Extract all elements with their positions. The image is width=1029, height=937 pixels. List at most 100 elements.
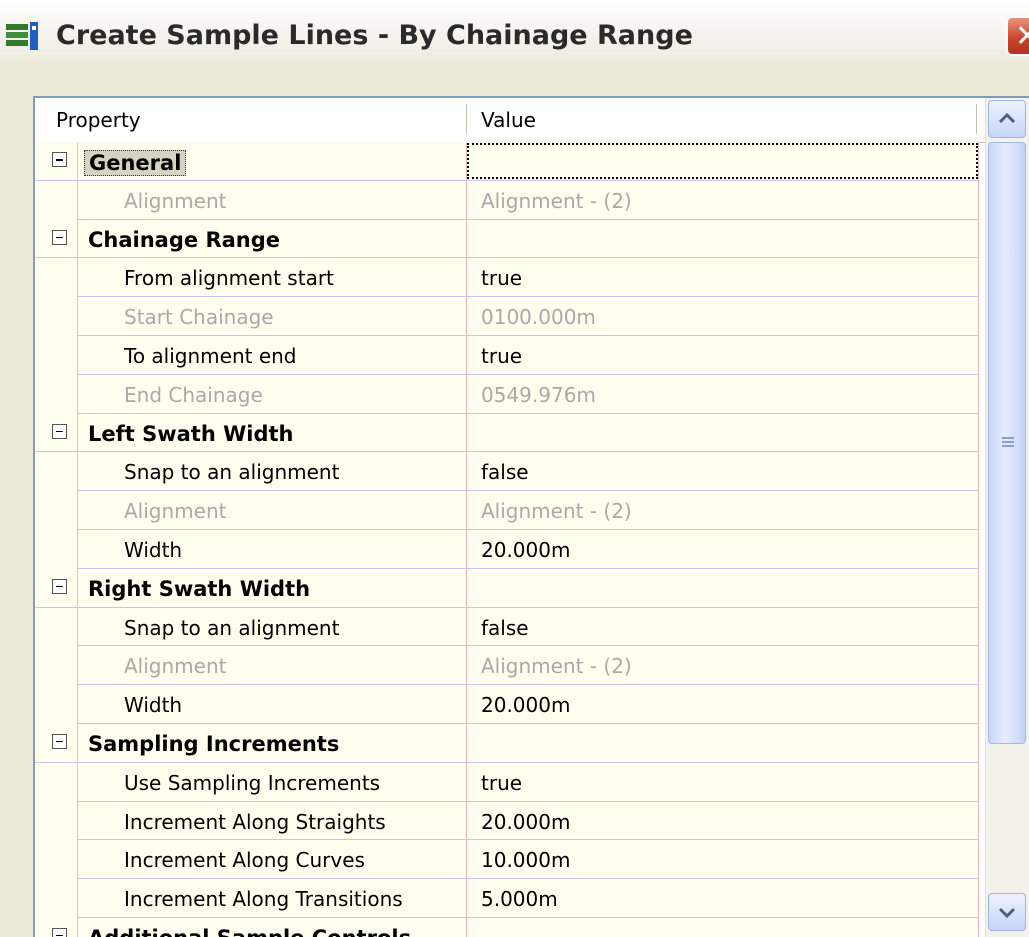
property-label: Increment Along Straights	[124, 809, 386, 834]
property-name-cell[interactable]: Increment Along Transitions	[77, 879, 467, 917]
column-divider-end	[976, 104, 977, 134]
property-value-cell[interactable]: true	[466, 335, 979, 374]
collapse-icon[interactable]	[52, 927, 67, 937]
close-button[interactable]: ✕	[1006, 16, 1029, 56]
category-row[interactable]: Chainage Range	[35, 219, 979, 259]
property-value-cell[interactable]: 20.000m	[466, 685, 979, 723]
collapse-icon[interactable]	[52, 578, 67, 594]
property-value-cell[interactable]	[466, 723, 979, 762]
property-name-cell[interactable]: Chainage Range	[77, 219, 467, 258]
property-name-cell[interactable]: Snap to an alignment	[77, 607, 467, 646]
close-icon: ✕	[1015, 19, 1029, 54]
property-row[interactable]: Alignment Alignment - (2)	[35, 491, 979, 530]
property-name-cell[interactable]: Width	[77, 529, 467, 568]
property-name-cell[interactable]: Alignment	[77, 491, 467, 529]
row-gutter	[35, 607, 77, 647]
property-value-cell[interactable]	[466, 917, 979, 937]
row-gutter	[35, 142, 77, 180]
property-label: Use Sampling Increments	[124, 770, 381, 795]
property-value-cell[interactable]: true	[466, 762, 979, 801]
scroll-thumb[interactable]	[988, 142, 1026, 744]
collapse-icon[interactable]	[52, 733, 67, 749]
category-row[interactable]: Additional Sample Controls	[35, 917, 979, 937]
property-row[interactable]: Alignment Alignment - (2)	[35, 180, 979, 220]
value-column-header[interactable]: Value	[481, 108, 536, 132]
row-gutter	[35, 529, 77, 569]
property-label: End Chainage	[124, 382, 263, 407]
property-value-cell[interactable]: 5.000m	[466, 879, 979, 917]
property-value-cell[interactable]: 10.000m	[466, 840, 979, 879]
property-row[interactable]: Increment Along Straights 20.000m	[35, 801, 979, 841]
property-name-cell[interactable]: Additional Sample Controls	[77, 917, 467, 937]
property-row[interactable]: Increment Along Transitions 5.000m	[35, 879, 979, 918]
property-value: false	[481, 460, 529, 485]
property-label: Width	[124, 537, 183, 562]
property-column-header[interactable]: Property	[56, 108, 141, 132]
property-value: 20.000m	[481, 693, 571, 718]
column-divider[interactable]	[466, 104, 467, 134]
property-row[interactable]: Start Chainage 0100.000m	[35, 297, 979, 336]
property-label: To alignment end	[124, 343, 297, 368]
property-value-cell[interactable]: false	[466, 607, 979, 646]
property-row[interactable]: Snap to an alignment false	[35, 452, 979, 492]
chevron-up-icon	[998, 112, 1016, 124]
property-label: Snap to an alignment	[124, 615, 340, 640]
collapse-icon[interactable]	[52, 229, 67, 245]
property-row[interactable]: Use Sampling Increments true	[35, 762, 979, 802]
row-gutter	[35, 879, 77, 918]
category-row[interactable]: Right Swath Width	[35, 568, 979, 608]
property-value: 5.000m	[481, 887, 558, 912]
property-value-cell[interactable]	[466, 142, 979, 180]
collapse-icon[interactable]	[52, 423, 67, 439]
property-value-cell[interactable]	[466, 219, 979, 258]
property-label: Start Chainage	[124, 305, 274, 330]
category-label: Sampling Increments	[88, 731, 340, 756]
property-name-cell[interactable]: To alignment end	[77, 335, 467, 374]
property-row[interactable]: From alignment start true	[35, 258, 979, 298]
property-name-cell[interactable]: Increment Along Straights	[77, 801, 467, 840]
property-value-cell[interactable]: false	[466, 452, 979, 491]
property-row[interactable]: Alignment Alignment - (2)	[35, 646, 979, 686]
property-label: From alignment start	[124, 266, 334, 291]
property-row[interactable]: Width 20.000m	[35, 529, 979, 569]
property-name-cell[interactable]: Right Swath Width	[77, 568, 467, 607]
property-label: Increment Along Transitions	[124, 887, 403, 912]
category-row[interactable]: Left Swath Width	[35, 413, 979, 453]
property-name-cell[interactable]: Start Chainage	[77, 297, 467, 335]
property-value-cell[interactable]	[466, 413, 979, 452]
property-name-cell[interactable]: End Chainage	[77, 374, 467, 413]
row-gutter	[35, 685, 77, 724]
property-row[interactable]: To alignment end true	[35, 335, 979, 375]
property-row[interactable]: End Chainage 0549.976m	[35, 374, 979, 414]
property-row[interactable]: Increment Along Curves 10.000m	[35, 840, 979, 880]
property-name-cell[interactable]: Alignment	[77, 180, 467, 219]
property-value-cell[interactable]: true	[466, 258, 979, 297]
scroll-down-button[interactable]	[988, 893, 1026, 931]
vertical-scrollbar[interactable]	[985, 98, 1029, 937]
property-name-cell[interactable]: Sampling Increments	[77, 723, 467, 762]
property-name-cell[interactable]: Width	[77, 685, 467, 723]
category-row[interactable]: General	[35, 142, 979, 181]
property-value: true	[481, 770, 523, 795]
category-row[interactable]: Sampling Increments	[35, 723, 979, 763]
property-value: Alignment - (2)	[481, 499, 632, 524]
property-name-cell[interactable]: Snap to an alignment	[77, 452, 467, 491]
property-row[interactable]: Width 20.000m	[35, 685, 979, 724]
collapse-icon[interactable]	[52, 152, 67, 167]
property-value-cell[interactable]: 20.000m	[466, 801, 979, 840]
scroll-up-button[interactable]	[988, 100, 1026, 138]
category-label: Left Swath Width	[88, 421, 294, 446]
app-icon	[6, 22, 38, 50]
property-row[interactable]: Snap to an alignment false	[35, 607, 979, 647]
property-label: Increment Along Curves	[124, 848, 365, 873]
property-name-cell[interactable]: General	[77, 142, 467, 180]
property-name-cell[interactable]: Alignment	[77, 646, 467, 685]
property-name-cell[interactable]: Left Swath Width	[77, 413, 467, 452]
property-value-cell[interactable]: 20.000m	[466, 529, 979, 568]
property-label: Alignment	[124, 499, 227, 524]
property-name-cell[interactable]: From alignment start	[77, 258, 467, 297]
property-name-cell[interactable]: Increment Along Curves	[77, 840, 467, 879]
property-value-cell[interactable]	[466, 568, 979, 607]
property-name-cell[interactable]: Use Sampling Increments	[77, 762, 467, 801]
category-label: General	[84, 150, 187, 176]
